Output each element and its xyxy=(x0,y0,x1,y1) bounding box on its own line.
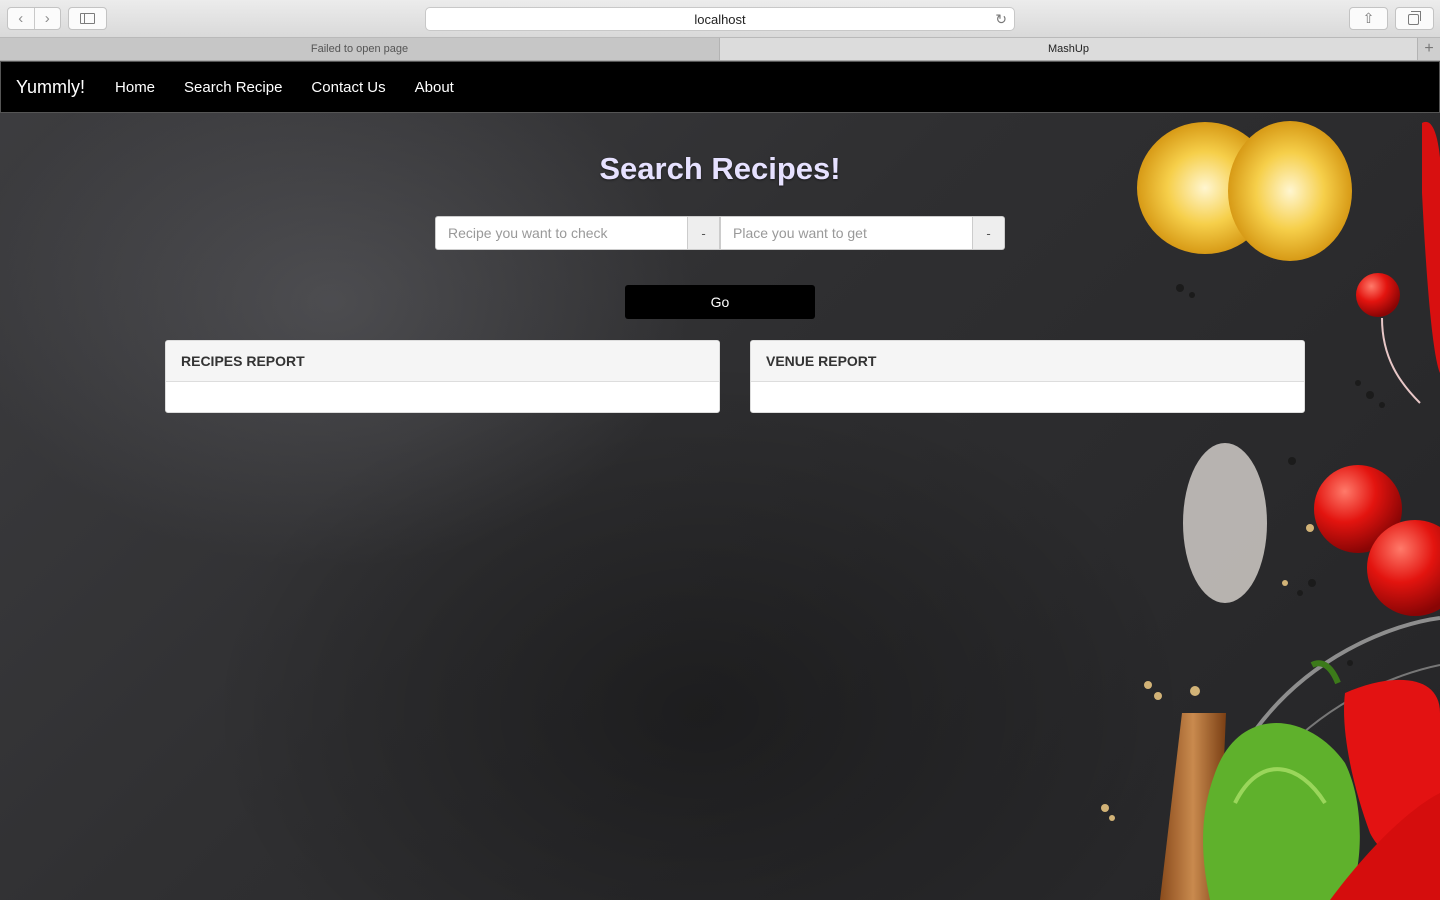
vegetables-background-image xyxy=(1101,121,1440,900)
venue-report-heading: VENUE REPORT xyxy=(751,341,1304,382)
tab-mashup[interactable]: MashUp xyxy=(720,38,1418,60)
history-buttons: ‹ › xyxy=(7,7,61,30)
recipe-input-addon: - xyxy=(688,216,720,250)
venue-report-panel: VENUE REPORT xyxy=(750,340,1305,413)
recipe-search-input[interactable] xyxy=(435,216,689,250)
share-icon: ⇧ xyxy=(1362,10,1375,26)
brand-logo[interactable]: Yummly! xyxy=(16,77,85,98)
sidebar-icon xyxy=(80,13,95,24)
go-button[interactable]: Go xyxy=(625,285,815,319)
tab-failed-page[interactable]: Failed to open page xyxy=(0,38,720,60)
share-button[interactable]: ⇧ xyxy=(1349,7,1388,30)
address-url: localhost xyxy=(694,11,746,27)
forward-arrow-icon[interactable]: › xyxy=(35,8,61,29)
site-navbar: Yummly! Home Search Recipe Contact Us Ab… xyxy=(0,61,1440,113)
back-arrow-icon[interactable]: ‹ xyxy=(8,8,35,29)
tabs-overview-button[interactable] xyxy=(1395,7,1434,30)
reload-icon[interactable]: ↻ xyxy=(995,11,1007,28)
new-tab-icon[interactable]: + xyxy=(1418,38,1440,60)
tab-bar: Failed to open page MashUp + xyxy=(0,38,1440,61)
nav-link-home[interactable]: Home xyxy=(115,79,155,96)
recipes-report-panel: RECIPES REPORT xyxy=(165,340,720,413)
browser-toolbar: ‹ › localhost ↻ ⇧ xyxy=(0,0,1440,38)
address-bar[interactable]: localhost ↻ xyxy=(425,7,1015,31)
sidebar-toggle-button[interactable] xyxy=(68,7,107,30)
recipes-report-heading: RECIPES REPORT xyxy=(166,341,719,382)
place-input-addon: - xyxy=(973,216,1005,250)
place-search-input[interactable] xyxy=(720,216,974,250)
search-input-group: - - xyxy=(435,216,1005,250)
nav-link-about[interactable]: About xyxy=(415,79,454,96)
page-title: Search Recipes! xyxy=(599,151,841,186)
tabs-overview-icon xyxy=(1408,11,1421,25)
page-content: Yummly! Home Search Recipe Contact Us Ab… xyxy=(0,61,1440,900)
nav-link-contact-us[interactable]: Contact Us xyxy=(311,79,385,96)
nav-link-search-recipe[interactable]: Search Recipe xyxy=(184,79,282,96)
